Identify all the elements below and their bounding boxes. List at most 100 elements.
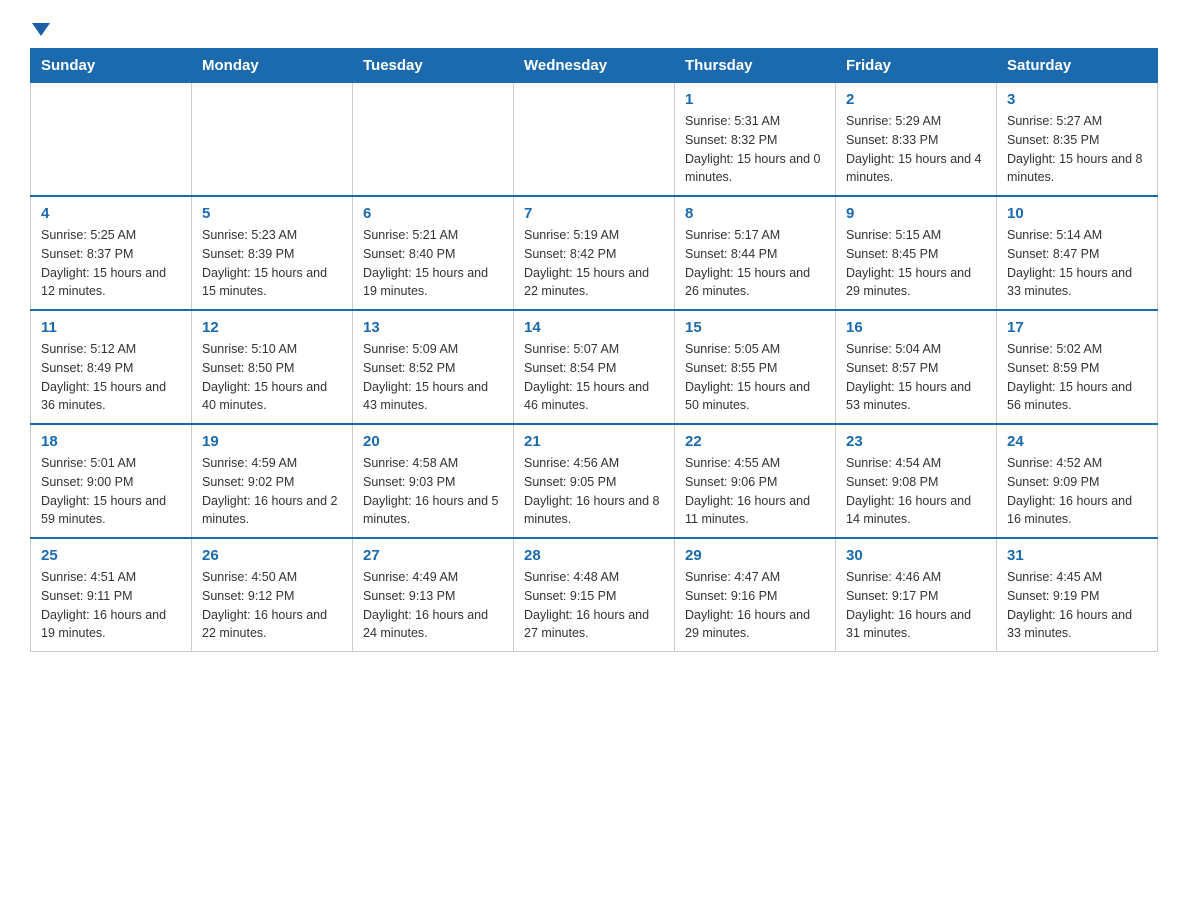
calendar-day-cell bbox=[353, 83, 514, 197]
calendar-day-cell: 14Sunrise: 5:07 AMSunset: 8:54 PMDayligh… bbox=[514, 310, 675, 424]
day-info: Sunrise: 5:09 AMSunset: 8:52 PMDaylight:… bbox=[363, 340, 503, 415]
day-number: 23 bbox=[846, 433, 986, 450]
day-info: Sunrise: 5:17 AMSunset: 8:44 PMDaylight:… bbox=[685, 226, 825, 301]
day-number: 20 bbox=[363, 433, 503, 450]
day-info: Sunrise: 5:04 AMSunset: 8:57 PMDaylight:… bbox=[846, 340, 986, 415]
calendar-day-cell: 25 Sunrise: 4:51 AMSunset: 9:11 PMDayligh… bbox=[31, 538, 192, 652]
calendar-day-cell: 22 Sunrise: 4:55 AMSunset: 9:06 PMDayligh… bbox=[675, 424, 836, 538]
day-number: 4 bbox=[41, 205, 181, 222]
day-number: 30 bbox=[846, 547, 986, 564]
day-info: Sunrise: 4:49 AMSunset: 9:13 PMDaylight:… bbox=[363, 568, 503, 643]
page-header bbox=[30, 20, 1158, 38]
day-info: Sunrise: 5:01 AMSunset: 9:00 PMDaylight:… bbox=[41, 454, 181, 529]
day-number: 26 bbox=[202, 547, 342, 564]
calendar-day-cell: 11 Sunrise: 5:12 AMSunset: 8:49 PMDayligh… bbox=[31, 310, 192, 424]
day-info: Sunrise: 4:45 AMSunset: 9:19 PMDaylight:… bbox=[1007, 568, 1147, 643]
day-info: Sunrise: 5:23 AMSunset: 8:39 PMDaylight:… bbox=[202, 226, 342, 301]
day-number: 27 bbox=[363, 547, 503, 564]
day-number: 17 bbox=[1007, 319, 1147, 336]
day-info: Sunrise: 5:15 AMSunset: 8:45 PMDaylight:… bbox=[846, 226, 986, 301]
day-number: 24 bbox=[1007, 433, 1147, 450]
calendar-day-cell: 30Sunrise: 4:46 AMSunset: 9:17 PMDayligh… bbox=[836, 538, 997, 652]
day-info: Sunrise: 4:51 AMSunset: 9:11 PMDaylight:… bbox=[41, 568, 181, 643]
day-info: Sunrise: 4:52 AMSunset: 9:09 PMDaylight:… bbox=[1007, 454, 1147, 529]
day-info: Sunrise: 4:54 AMSunset: 9:08 PMDaylight:… bbox=[846, 454, 986, 529]
calendar-table: SundayMondayTuesdayWednesdayThursdayFrid… bbox=[30, 48, 1158, 652]
day-info: Sunrise: 5:05 AMSunset: 8:55 PMDaylight:… bbox=[685, 340, 825, 415]
weekday-header-thursday: Thursday bbox=[675, 49, 836, 83]
weekday-header-friday: Friday bbox=[836, 49, 997, 83]
calendar-day-cell: 12 Sunrise: 5:10 AMSunset: 8:50 PMDayligh… bbox=[192, 310, 353, 424]
calendar-day-cell: 20 Sunrise: 4:58 AMSunset: 9:03 PMDayligh… bbox=[353, 424, 514, 538]
day-info: Sunrise: 4:47 AMSunset: 9:16 PMDaylight:… bbox=[685, 568, 825, 643]
weekday-header-monday: Monday bbox=[192, 49, 353, 83]
calendar-header-row: SundayMondayTuesdayWednesdayThursdayFrid… bbox=[31, 49, 1158, 83]
calendar-day-cell: 1Sunrise: 5:31 AMSunset: 8:32 PMDaylight… bbox=[675, 83, 836, 197]
day-number: 29 bbox=[685, 547, 825, 564]
calendar-day-cell: 6 Sunrise: 5:21 AMSunset: 8:40 PMDaylight… bbox=[353, 196, 514, 310]
day-number: 18 bbox=[41, 433, 181, 450]
calendar-day-cell: 26 Sunrise: 4:50 AMSunset: 9:12 PMDayligh… bbox=[192, 538, 353, 652]
calendar-day-cell: 29 Sunrise: 4:47 AMSunset: 9:16 PMDayligh… bbox=[675, 538, 836, 652]
day-number: 25 bbox=[41, 547, 181, 564]
calendar-day-cell: 7 Sunrise: 5:19 AMSunset: 8:42 PMDaylight… bbox=[514, 196, 675, 310]
day-info: Sunrise: 5:10 AMSunset: 8:50 PMDaylight:… bbox=[202, 340, 342, 415]
day-number: 7 bbox=[524, 205, 664, 222]
day-info: Sunrise: 5:21 AMSunset: 8:40 PMDaylight:… bbox=[363, 226, 503, 301]
calendar-day-cell: 4 Sunrise: 5:25 AMSunset: 8:37 PMDaylight… bbox=[31, 196, 192, 310]
day-number: 31 bbox=[1007, 547, 1147, 564]
calendar-day-cell bbox=[514, 83, 675, 197]
calendar-day-cell: 5Sunrise: 5:23 AMSunset: 8:39 PMDaylight… bbox=[192, 196, 353, 310]
day-info: Sunrise: 4:55 AMSunset: 9:06 PMDaylight:… bbox=[685, 454, 825, 529]
day-number: 28 bbox=[524, 547, 664, 564]
calendar-week-row: 25 Sunrise: 4:51 AMSunset: 9:11 PMDayligh… bbox=[31, 538, 1158, 652]
calendar-day-cell: 16 Sunrise: 5:04 AMSunset: 8:57 PMDayligh… bbox=[836, 310, 997, 424]
weekday-header-tuesday: Tuesday bbox=[353, 49, 514, 83]
day-number: 13 bbox=[363, 319, 503, 336]
day-number: 6 bbox=[363, 205, 503, 222]
day-number: 8 bbox=[685, 205, 825, 222]
day-number: 22 bbox=[685, 433, 825, 450]
calendar-day-cell: 23 Sunrise: 4:54 AMSunset: 9:08 PMDayligh… bbox=[836, 424, 997, 538]
day-number: 2 bbox=[846, 91, 986, 108]
day-info: Sunrise: 5:27 AMSunset: 8:35 PMDaylight:… bbox=[1007, 112, 1147, 187]
calendar-week-row: 18 Sunrise: 5:01 AMSunset: 9:00 PMDayligh… bbox=[31, 424, 1158, 538]
calendar-day-cell: 8 Sunrise: 5:17 AMSunset: 8:44 PMDaylight… bbox=[675, 196, 836, 310]
calendar-day-cell: 15 Sunrise: 5:05 AMSunset: 8:55 PMDayligh… bbox=[675, 310, 836, 424]
day-info: Sunrise: 5:31 AMSunset: 8:32 PMDaylight:… bbox=[685, 112, 825, 187]
day-info: Sunrise: 5:12 AMSunset: 8:49 PMDaylight:… bbox=[41, 340, 181, 415]
day-number: 16 bbox=[846, 319, 986, 336]
day-info: Sunrise: 4:56 AMSunset: 9:05 PMDaylight:… bbox=[524, 454, 664, 529]
calendar-week-row: 11 Sunrise: 5:12 AMSunset: 8:49 PMDayligh… bbox=[31, 310, 1158, 424]
weekday-header-wednesday: Wednesday bbox=[514, 49, 675, 83]
day-number: 3 bbox=[1007, 91, 1147, 108]
day-number: 19 bbox=[202, 433, 342, 450]
day-number: 10 bbox=[1007, 205, 1147, 222]
day-number: 11 bbox=[41, 319, 181, 336]
day-info: Sunrise: 5:02 AMSunset: 8:59 PMDaylight:… bbox=[1007, 340, 1147, 415]
day-info: Sunrise: 4:58 AMSunset: 9:03 PMDaylight:… bbox=[363, 454, 503, 529]
calendar-day-cell: 28Sunrise: 4:48 AMSunset: 9:15 PMDayligh… bbox=[514, 538, 675, 652]
day-info: Sunrise: 5:07 AMSunset: 8:54 PMDaylight:… bbox=[524, 340, 664, 415]
weekday-header-sunday: Sunday bbox=[31, 49, 192, 83]
calendar-day-cell: 9Sunrise: 5:15 AMSunset: 8:45 PMDaylight… bbox=[836, 196, 997, 310]
calendar-week-row: 1Sunrise: 5:31 AMSunset: 8:32 PMDaylight… bbox=[31, 83, 1158, 197]
calendar-day-cell: 18 Sunrise: 5:01 AMSunset: 9:00 PMDayligh… bbox=[31, 424, 192, 538]
weekday-header-saturday: Saturday bbox=[997, 49, 1158, 83]
calendar-day-cell bbox=[192, 83, 353, 197]
calendar-day-cell: 3 Sunrise: 5:27 AMSunset: 8:35 PMDaylight… bbox=[997, 83, 1158, 197]
calendar-day-cell: 17 Sunrise: 5:02 AMSunset: 8:59 PMDayligh… bbox=[997, 310, 1158, 424]
day-number: 15 bbox=[685, 319, 825, 336]
calendar-day-cell: 13 Sunrise: 5:09 AMSunset: 8:52 PMDayligh… bbox=[353, 310, 514, 424]
calendar-day-cell: 24 Sunrise: 4:52 AMSunset: 9:09 PMDayligh… bbox=[997, 424, 1158, 538]
day-info: Sunrise: 5:14 AMSunset: 8:47 PMDaylight:… bbox=[1007, 226, 1147, 301]
day-info: Sunrise: 5:25 AMSunset: 8:37 PMDaylight:… bbox=[41, 226, 181, 301]
day-info: Sunrise: 4:50 AMSunset: 9:12 PMDaylight:… bbox=[202, 568, 342, 643]
day-info: Sunrise: 4:59 AMSunset: 9:02 PMDaylight:… bbox=[202, 454, 342, 529]
calendar-week-row: 4 Sunrise: 5:25 AMSunset: 8:37 PMDaylight… bbox=[31, 196, 1158, 310]
day-info: Sunrise: 5:19 AMSunset: 8:42 PMDaylight:… bbox=[524, 226, 664, 301]
calendar-day-cell: 27 Sunrise: 4:49 AMSunset: 9:13 PMDayligh… bbox=[353, 538, 514, 652]
calendar-day-cell: 19 Sunrise: 4:59 AMSunset: 9:02 PMDayligh… bbox=[192, 424, 353, 538]
calendar-day-cell: 31 Sunrise: 4:45 AMSunset: 9:19 PMDayligh… bbox=[997, 538, 1158, 652]
day-number: 12 bbox=[202, 319, 342, 336]
